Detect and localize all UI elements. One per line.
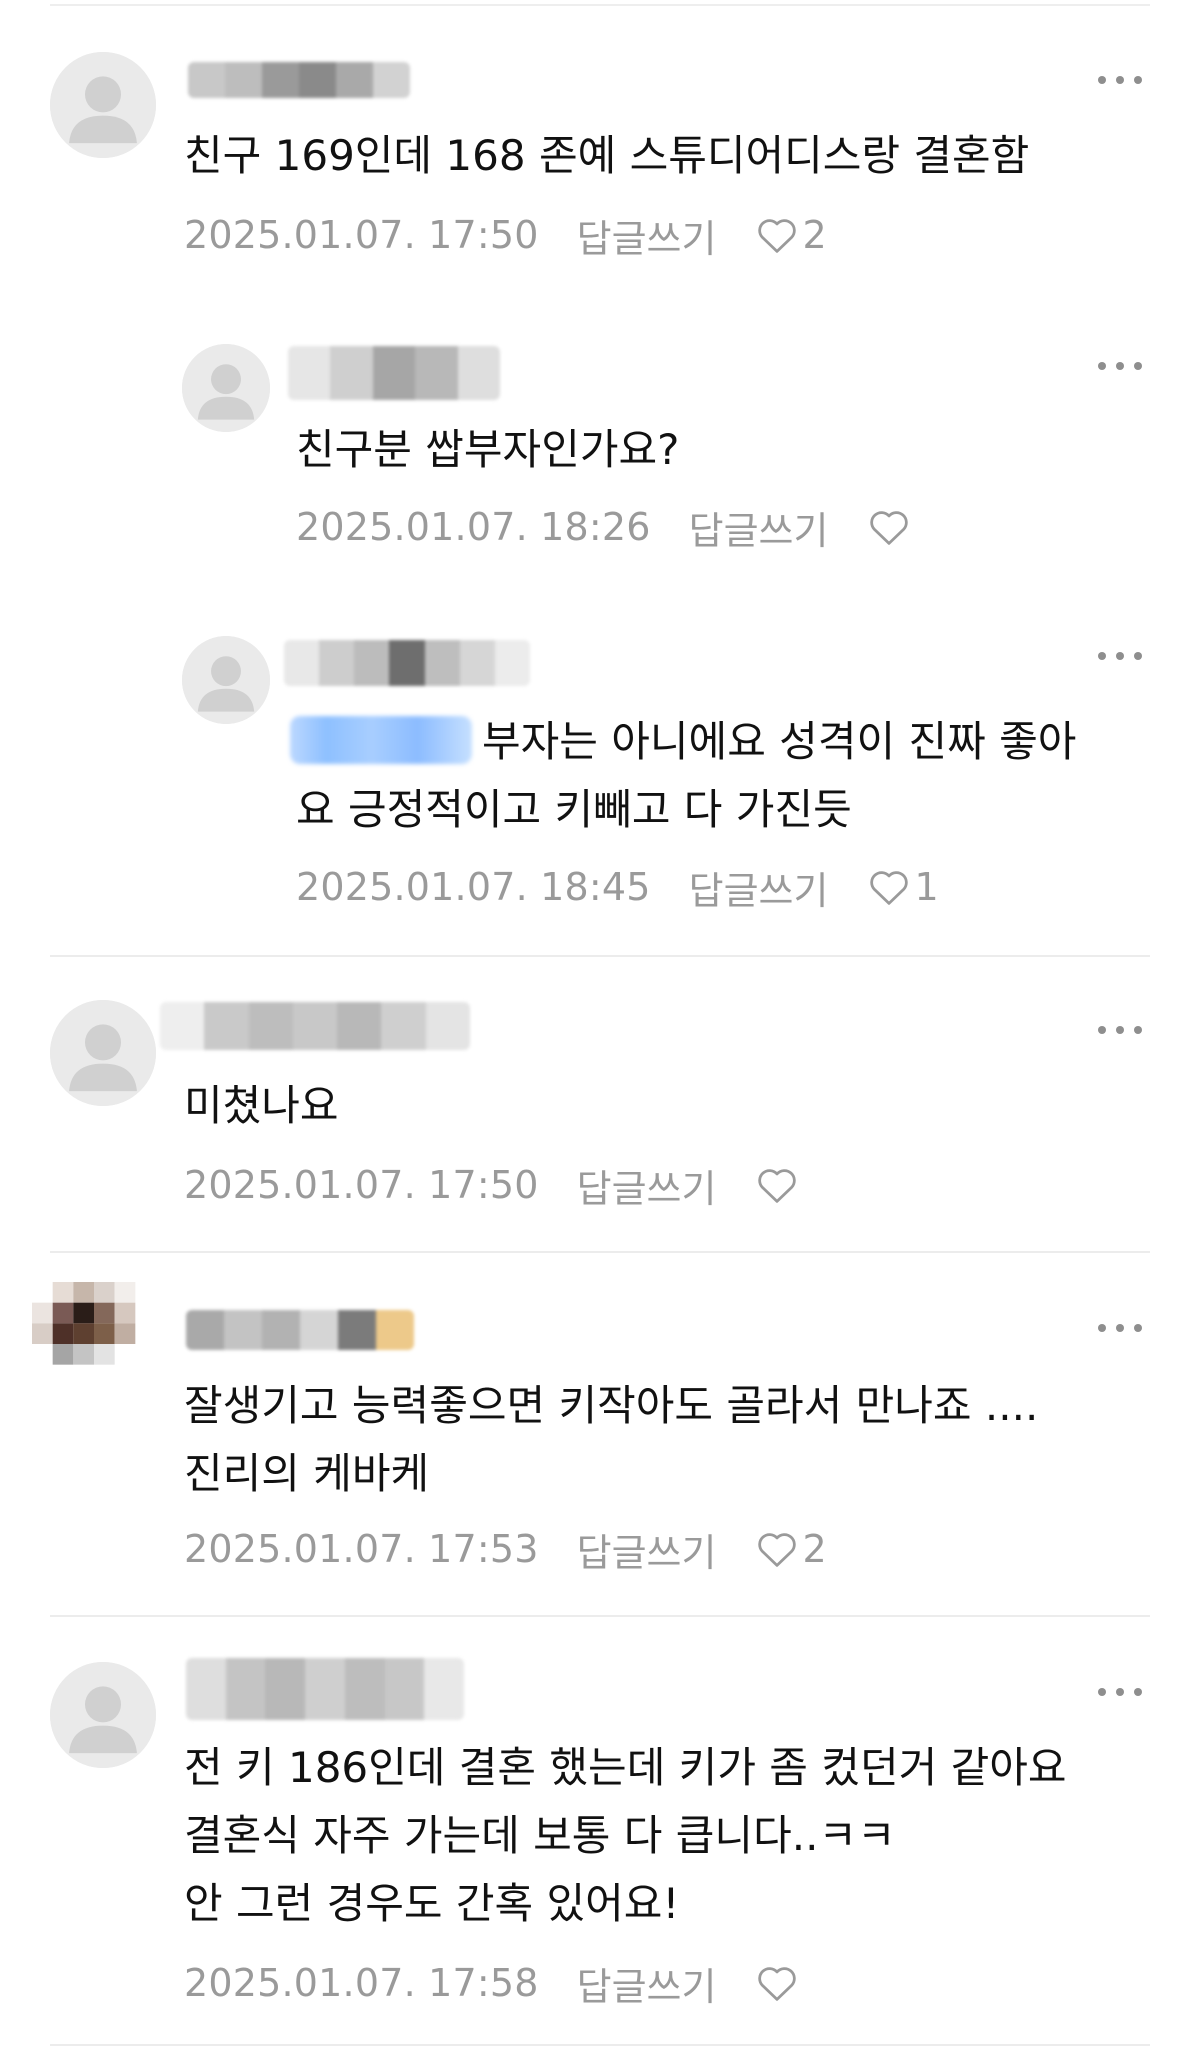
divider	[50, 4, 1150, 6]
comment-date: 2025.01.07. 17:58	[184, 1961, 539, 2005]
comment-text-line: 결혼식 자주 가는데 보통 다 큽니다..ㅋㅋ	[184, 1811, 896, 1860]
more-dots-icon[interactable]	[1098, 1682, 1142, 1702]
comment-date: 2025.01.07. 17:50	[184, 1163, 539, 1207]
like-count: 1	[914, 865, 939, 909]
default-profile-icon[interactable]	[50, 1662, 156, 1768]
like-button[interactable]	[756, 1166, 802, 1204]
heart-outline-icon	[870, 871, 909, 905]
more-dots-icon[interactable]	[1098, 356, 1142, 376]
like-button[interactable]: 2	[756, 1527, 827, 1571]
reply-button[interactable]: 답글쓰기	[577, 1158, 717, 1213]
author-nickname-blurred[interactable]	[188, 62, 410, 98]
comment-meta: 2025.01.07. 18:26 답글쓰기	[296, 500, 914, 555]
comment-meta: 2025.01.07. 17:58 답글쓰기	[184, 1956, 802, 2011]
reply-button[interactable]: 답글쓰기	[577, 1522, 717, 1577]
default-profile-icon[interactable]	[182, 344, 270, 432]
comment-text: 미쳤나요	[184, 1081, 339, 1130]
like-button[interactable]: 1	[868, 865, 939, 909]
comment-meta: 2025.01.07. 18:45 답글쓰기 1	[296, 860, 939, 915]
comment-text-line: 요 긍정적이고 키빼고 다 가진듯	[296, 785, 852, 834]
comment-meta: 2025.01.07. 17:50 답글쓰기 2	[184, 208, 827, 263]
comment-date: 2025.01.07. 18:45	[296, 865, 651, 909]
default-profile-icon[interactable]	[182, 636, 270, 724]
reply-button[interactable]: 답글쓰기	[689, 500, 829, 555]
heart-outline-icon	[870, 511, 909, 545]
comment-text-line: 잘생기고 능력좋으면 키작아도 골라서 만나죠 ....	[184, 1381, 1039, 1430]
more-dots-icon[interactable]	[1098, 646, 1142, 666]
comment-text: 친구 169인데 168 존예 스튜디어디스랑 결혼함	[184, 131, 1030, 180]
comment-meta: 2025.01.07. 17:53 답글쓰기 2	[184, 1522, 827, 1577]
author-nickname-blurred[interactable]	[186, 1658, 464, 1720]
comment-text: 부자는 아니에요 성격이 진짜 좋아	[290, 708, 1076, 776]
like-button[interactable]	[756, 1964, 802, 2002]
heart-outline-icon	[758, 1967, 797, 2001]
comment-text-line: 부자는 아니에요 성격이 진짜 좋아	[482, 717, 1077, 766]
divider	[50, 1615, 1150, 1617]
comment-text-line: 안 그런 경우도 간혹 있어요!	[184, 1879, 680, 1928]
mention-tag-blurred[interactable]	[290, 716, 472, 764]
divider	[50, 955, 1150, 957]
author-nickname-blurred[interactable]	[288, 346, 500, 400]
more-dots-icon[interactable]	[1098, 1020, 1142, 1040]
author-nickname-blurred[interactable]	[186, 1310, 414, 1350]
like-button[interactable]	[868, 508, 914, 546]
comment-date: 2025.01.07. 17:50	[184, 213, 539, 257]
comment-list: 친구 169인데 168 존예 스튜디어디스랑 결혼함 2025.01.07. …	[0, 0, 1200, 2050]
heart-outline-icon	[758, 1169, 797, 1203]
comment-text-line: 진리의 케바케	[184, 1449, 430, 1498]
more-dots-icon[interactable]	[1098, 70, 1142, 90]
comment-meta: 2025.01.07. 17:50 답글쓰기	[184, 1158, 802, 1213]
like-button[interactable]: 2	[756, 213, 827, 257]
divider	[50, 1251, 1150, 1253]
comment-text-line: 전 키 186인데 결혼 했는데 키가 좀 컸던거 같아요	[184, 1743, 1067, 1792]
comment-text: 친구분 쌉부자인가요?	[296, 425, 680, 474]
author-nickname-blurred[interactable]	[160, 1002, 470, 1050]
comment-date: 2025.01.07. 18:26	[296, 505, 651, 549]
more-dots-icon[interactable]	[1098, 1318, 1142, 1338]
user-photo-avatar-blurred[interactable]	[32, 1282, 156, 1406]
divider	[50, 2044, 1150, 2046]
default-profile-icon[interactable]	[50, 1000, 156, 1106]
comment-date: 2025.01.07. 17:53	[184, 1527, 539, 1571]
like-count: 2	[802, 1527, 827, 1571]
heart-outline-icon	[758, 1533, 797, 1567]
default-profile-icon[interactable]	[50, 52, 156, 158]
heart-outline-icon	[758, 219, 797, 253]
author-nickname-blurred[interactable]	[284, 640, 530, 686]
reply-button[interactable]: 답글쓰기	[689, 860, 829, 915]
reply-button[interactable]: 답글쓰기	[577, 1956, 717, 2011]
reply-button[interactable]: 답글쓰기	[577, 208, 717, 263]
like-count: 2	[802, 213, 827, 257]
